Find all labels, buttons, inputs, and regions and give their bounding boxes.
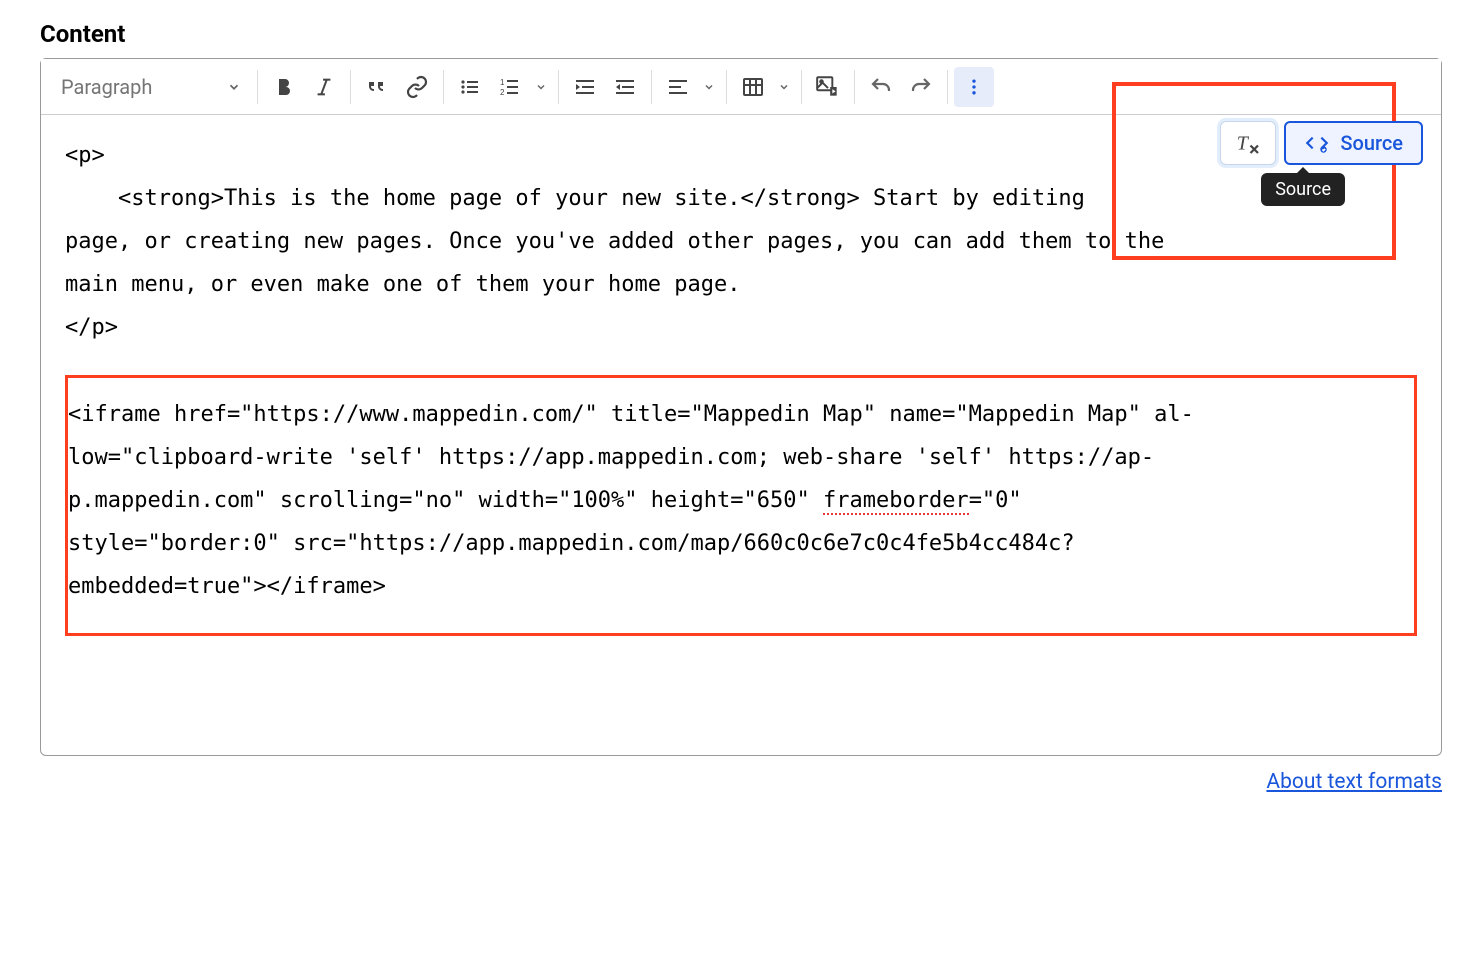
numbered-list-dropdown[interactable] [530,67,552,107]
code-line: p.mappedin.com" scrolling="no" width="10… [68,480,1414,523]
source-editor-textarea[interactable]: <p> <strong>This is the home page of you… [41,115,1441,755]
svg-text:2: 2 [500,88,505,97]
svg-text:1: 1 [500,78,505,87]
heading-select-label: Paragraph [61,75,152,99]
rich-text-editor: Paragraph 12 [40,58,1442,756]
outdent-button[interactable] [605,67,645,107]
code-line: embedded=true"></iframe> [68,566,1414,609]
separator [726,70,727,104]
extra-toolbar: T Source [1220,121,1423,165]
separator [558,70,559,104]
separator [854,70,855,104]
numbered-list-button[interactable]: 12 [490,67,530,107]
code-line: page, or creating new pages. Once you've… [65,221,1417,264]
code-line: <p> [65,135,1417,178]
bold-button[interactable] [264,67,304,107]
code-line: low="clipboard-write 'self' https://app.… [68,437,1414,480]
undo-button[interactable] [861,67,901,107]
redo-button[interactable] [901,67,941,107]
bulleted-list-button[interactable] [450,67,490,107]
code-line: <iframe href="https://www.mappedin.com/"… [68,394,1414,437]
align-dropdown[interactable] [698,67,720,107]
code-line: style="border:0" src="https://app.mapped… [68,523,1414,566]
indent-button[interactable] [565,67,605,107]
heading-select[interactable]: Paragraph [51,75,251,99]
svg-text:T: T [1237,132,1250,154]
separator [350,70,351,104]
chevron-down-icon [227,75,241,99]
source-button-label: Source [1340,131,1403,155]
code-line: main menu, or even make one of them your… [65,264,1417,307]
code-line: </p> [65,307,1417,350]
about-text-formats-link[interactable]: About text formats [40,770,1442,794]
table-button[interactable] [733,67,773,107]
source-tooltip: Source [1261,173,1345,206]
media-button[interactable] [808,67,848,107]
source-button[interactable]: Source [1284,121,1423,165]
align-button[interactable] [658,67,698,107]
link-button[interactable] [397,67,437,107]
separator [651,70,652,104]
separator [257,70,258,104]
highlight-iframe-block: <iframe href="https://www.mappedin.com/"… [65,375,1417,635]
separator [443,70,444,104]
separator [947,70,948,104]
separator [801,70,802,104]
remove-format-button[interactable]: T [1220,121,1276,165]
code-line: <strong>This is the home page of your ne… [65,178,1417,221]
blockquote-button[interactable] [357,67,397,107]
field-label-content: Content [40,20,1442,48]
table-dropdown[interactable] [773,67,795,107]
italic-button[interactable] [304,67,344,107]
editor-toolbar: Paragraph 12 [41,59,1441,115]
more-button[interactable] [954,67,994,107]
spellcheck-error: frameborder [823,488,969,515]
